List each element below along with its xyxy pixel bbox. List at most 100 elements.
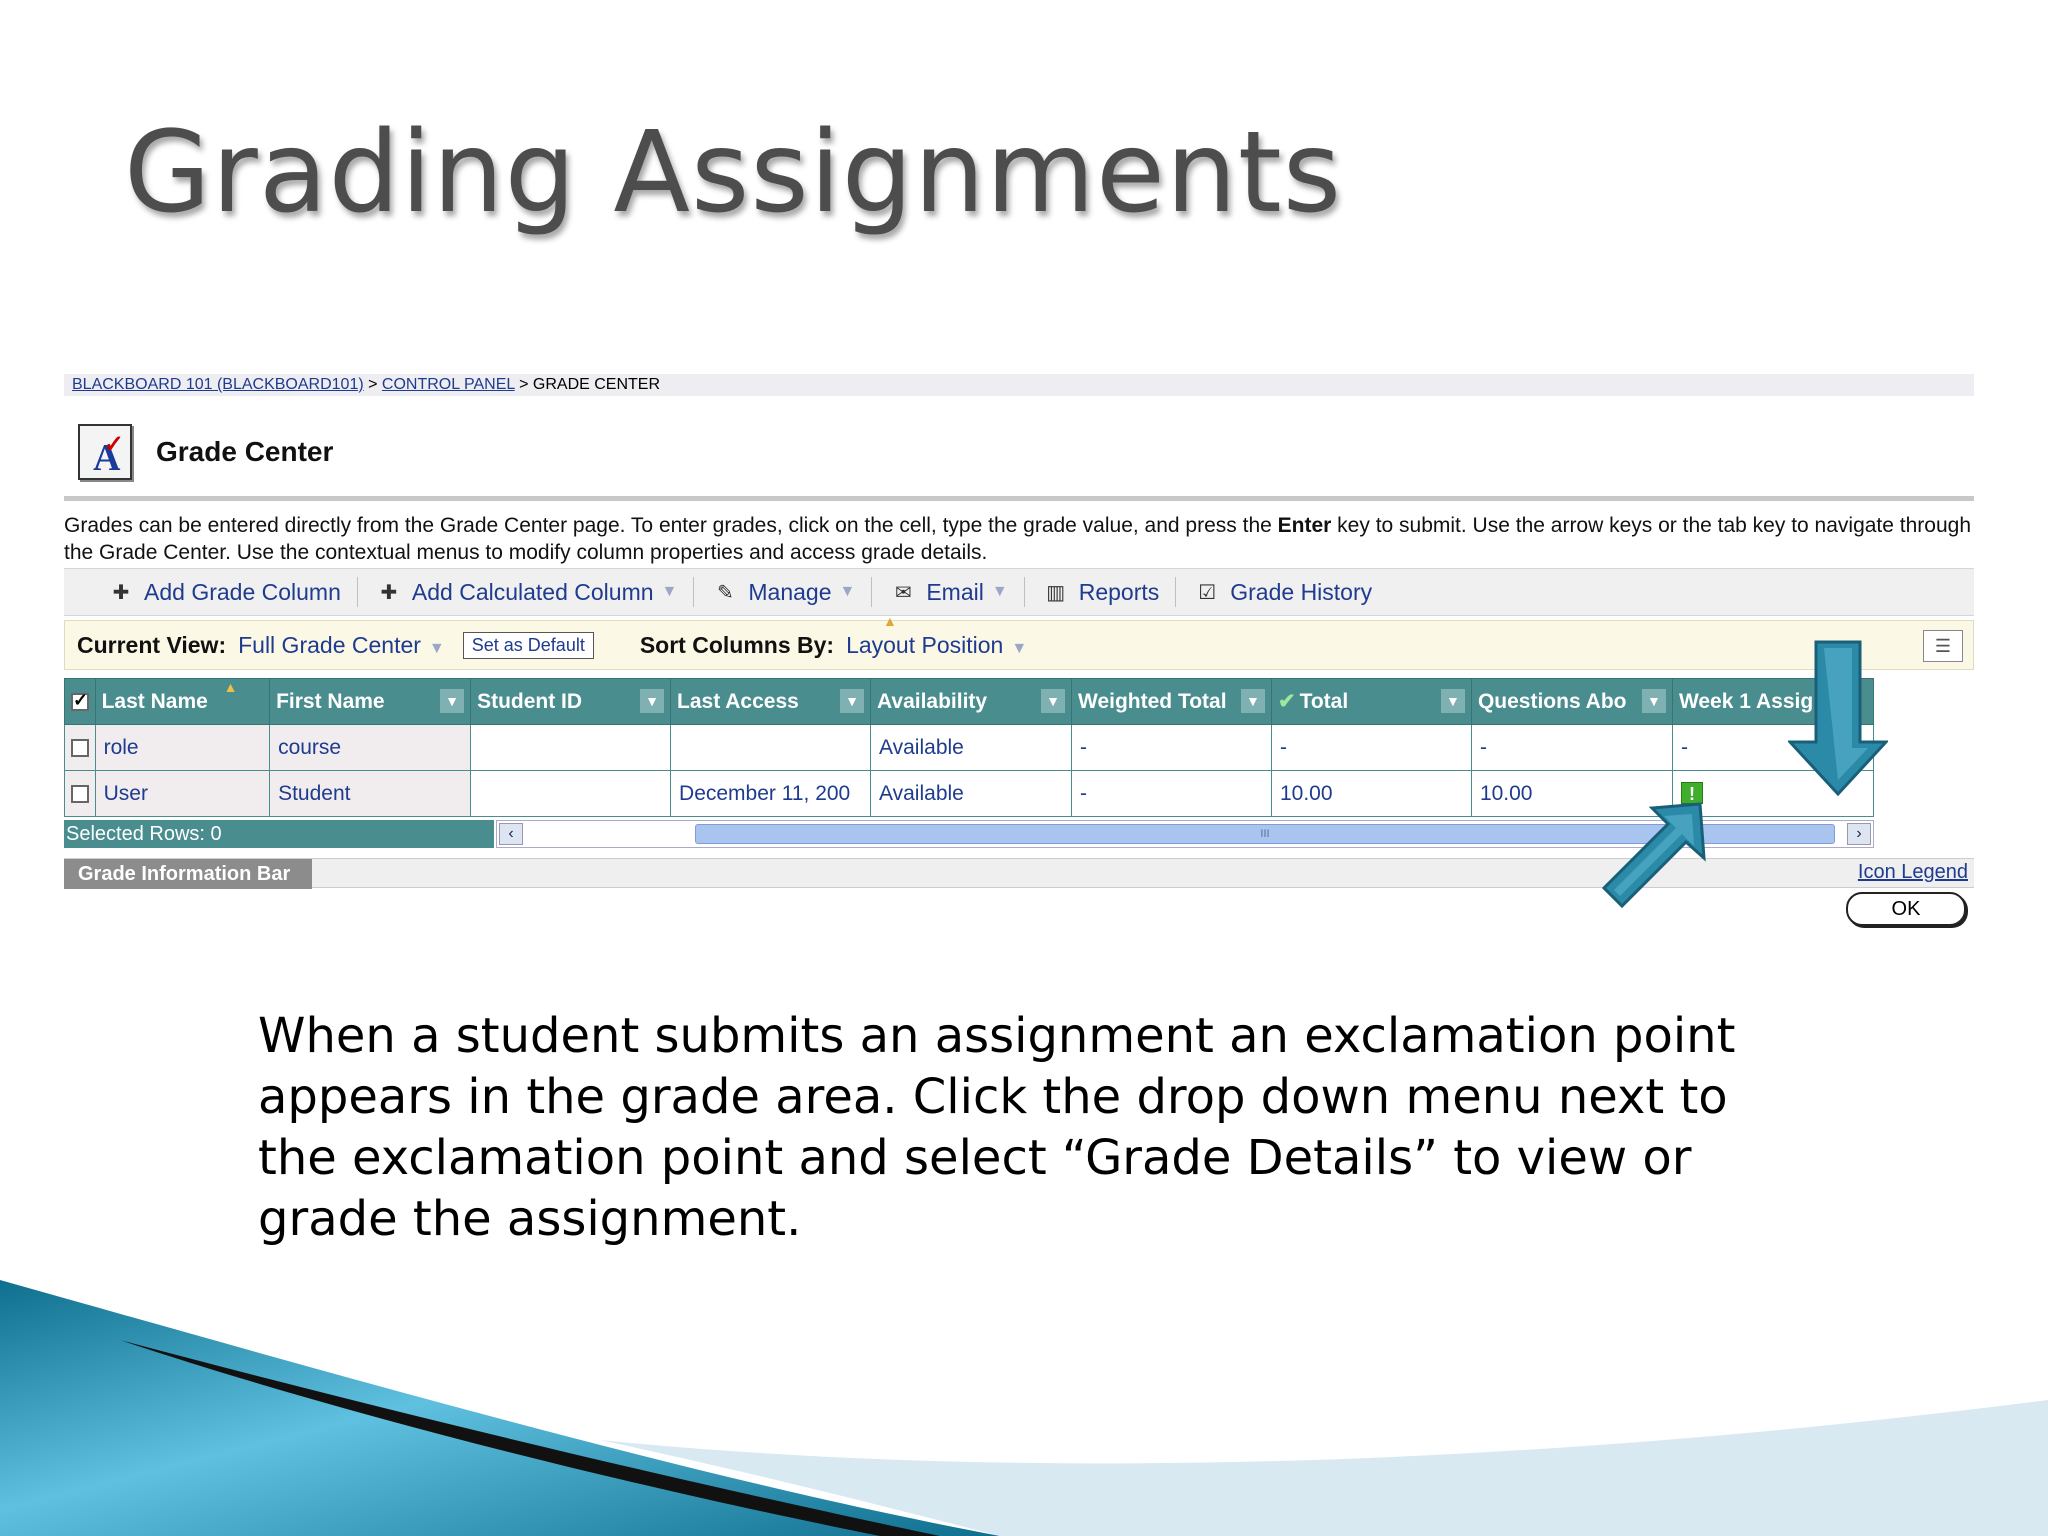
grid-cell[interactable]: -: [1470, 724, 1673, 771]
select-all-checkbox-cell[interactable]: [64, 678, 96, 725]
column-header-label: Last Name: [101, 689, 208, 713]
column-header[interactable]: Last Access ▼: [670, 678, 871, 725]
column-header[interactable]: Student ID ▼: [470, 678, 672, 725]
view-bar: Current View: Full Grade Center ▼ Set as …: [64, 613, 1974, 670]
bar-chart-icon: ▥: [1046, 581, 1066, 604]
chevron-down-icon[interactable]: ▼: [440, 689, 465, 713]
grid-cell[interactable]: Available: [870, 724, 1072, 771]
breadcrumb: BLACKBOARD 101 (BLACKBOARD101) > CONTROL…: [64, 374, 1974, 396]
action-toolbar: ✚ Add Grade Column ✚ Add Calculated Colu…: [64, 568, 1974, 616]
grid-cell[interactable]: -: [1071, 724, 1272, 771]
scroll-right-icon[interactable]: ›: [1847, 823, 1871, 845]
grid-cell[interactable]: User: [94, 770, 271, 817]
column-header-label: Last Access: [677, 689, 799, 713]
add-grade-column-label: Add Grade Column: [144, 578, 341, 605]
column-header[interactable]: Questions Abo ▼: [1470, 678, 1673, 725]
grade-information-bar-tab[interactable]: Grade Information Bar: [64, 859, 312, 889]
grid-cell[interactable]: [470, 770, 672, 817]
chevron-down-icon[interactable]: ▼: [1041, 689, 1065, 713]
manage-label: Manage: [748, 578, 832, 605]
slide-title: Grading Assignments: [124, 108, 1343, 238]
row-checkbox-cell[interactable]: [64, 770, 96, 817]
add-calculated-column-button[interactable]: ✚ Add Calculated Column ▼: [362, 579, 689, 606]
column-header-label: First Name: [276, 689, 385, 713]
decorative-swoosh: [0, 1280, 2048, 1536]
slide: Grading Assignments BLACKBOARD 101 (BLAC…: [0, 0, 2048, 1536]
grid-cell[interactable]: Student: [269, 770, 472, 817]
toolbar-divider: [693, 577, 695, 607]
breadcrumb-current: GRADE CENTER: [532, 376, 661, 393]
wrench-icon: ✎: [716, 581, 734, 604]
chevron-down-icon: ▼: [1011, 639, 1028, 657]
column-header[interactable]: ▲ Last Name: [94, 678, 271, 725]
grid-cell[interactable]: -: [1270, 724, 1472, 771]
grade-history-label: Grade History: [1230, 578, 1373, 605]
manage-menu-button[interactable]: ✎ Manage ▼: [698, 579, 867, 606]
grid-cell[interactable]: course: [269, 724, 472, 771]
reports-button[interactable]: ▥ Reports: [1029, 579, 1172, 606]
column-header-label: Weighted Total: [1078, 689, 1227, 713]
grid-cell[interactable]: [470, 724, 672, 771]
set-as-default-button[interactable]: Set as Default: [462, 631, 594, 659]
chevron-down-icon[interactable]: ▼: [640, 689, 665, 713]
chevron-down-icon: ▼: [428, 639, 445, 657]
scroll-left-icon[interactable]: ‹: [499, 823, 523, 845]
select-all-checkbox[interactable]: [71, 690, 89, 711]
icon-legend-link[interactable]: Icon Legend: [1858, 861, 1968, 884]
row-checkbox[interactable]: [71, 738, 89, 757]
page-description: Grades can be entered directly from the …: [64, 512, 1974, 566]
column-header[interactable]: First Name ▼: [269, 678, 472, 725]
column-header[interactable]: Availability ▼: [870, 678, 1072, 725]
chevron-down-icon: ▼: [991, 583, 1008, 600]
slide-body-text: When a student submits an assignment an …: [258, 1008, 1736, 1247]
chevron-down-icon[interactable]: ▼: [1641, 689, 1666, 713]
toolbar-divider: [871, 577, 873, 607]
grid-cell[interactable]: [670, 724, 871, 771]
sort-caret-icon: ▲: [883, 613, 897, 629]
down-arrow-callout-icon: [1788, 640, 1888, 796]
grid-cell[interactable]: role: [94, 724, 271, 771]
grid-cell[interactable]: 10.00: [1270, 770, 1472, 817]
column-header[interactable]: ✔ Total ▼: [1270, 678, 1472, 725]
breadcrumb-separator: >: [514, 376, 533, 393]
ok-button[interactable]: OK: [1846, 892, 1966, 926]
chevron-down-icon[interactable]: ▼: [1440, 689, 1465, 713]
description-text: Grades can be entered directly from the …: [64, 514, 1278, 537]
breadcrumb-separator: >: [363, 376, 382, 393]
add-column-icon: ✚: [380, 581, 398, 604]
chevron-down-icon: ▼: [839, 583, 856, 600]
chevron-down-icon: ▼: [661, 583, 678, 600]
reports-label: Reports: [1078, 578, 1160, 605]
email-icon: ✉: [894, 581, 912, 604]
column-header-label: Student ID: [477, 689, 583, 713]
sort-ascending-icon: ▲: [223, 679, 238, 696]
toolbar-divider: [1023, 577, 1025, 607]
table-row: role course Available - - - -: [64, 724, 1875, 771]
toolbar-divider: [356, 577, 358, 607]
selected-rows-count: Selected Rows: 0: [64, 820, 494, 848]
grid-cell[interactable]: Available: [870, 770, 1072, 817]
grade-history-button[interactable]: ☑ Grade History: [1180, 579, 1384, 606]
grid-cell[interactable]: December 11, 200: [670, 770, 871, 817]
current-view-label: Current View:: [77, 631, 227, 658]
grid-cell[interactable]: -: [1071, 770, 1272, 817]
sort-columns-select[interactable]: Layout Position ▼: [846, 632, 1027, 659]
checkmark-icon: ✔: [1277, 690, 1296, 713]
email-menu-button[interactable]: ✉ Email ▼: [876, 579, 1019, 606]
chevron-down-icon[interactable]: ▼: [840, 689, 864, 713]
column-header-label: Availability: [877, 689, 988, 713]
header-divider: [64, 496, 1974, 501]
row-checkbox-cell[interactable]: [64, 724, 96, 771]
add-calculated-column-label: Add Calculated Column: [411, 578, 654, 605]
current-view-select[interactable]: Full Grade Center ▼: [238, 632, 445, 659]
breadcrumb-course-link[interactable]: BLACKBOARD 101 (BLACKBOARD101): [72, 376, 364, 393]
column-settings-icon[interactable]: ☰: [1923, 630, 1963, 662]
add-grade-column-button[interactable]: ✚ Add Grade Column: [94, 579, 353, 606]
breadcrumb-control-panel-link[interactable]: CONTROL PANEL: [382, 376, 515, 393]
row-checkbox[interactable]: [71, 784, 89, 803]
column-header[interactable]: Weighted Total ▼: [1071, 678, 1272, 725]
chevron-down-icon[interactable]: ▼: [1240, 689, 1265, 713]
history-icon: ☑: [1198, 581, 1217, 604]
grade-center-icon: A ✓: [78, 424, 132, 480]
sort-columns-label: Sort Columns By:: [639, 631, 835, 658]
